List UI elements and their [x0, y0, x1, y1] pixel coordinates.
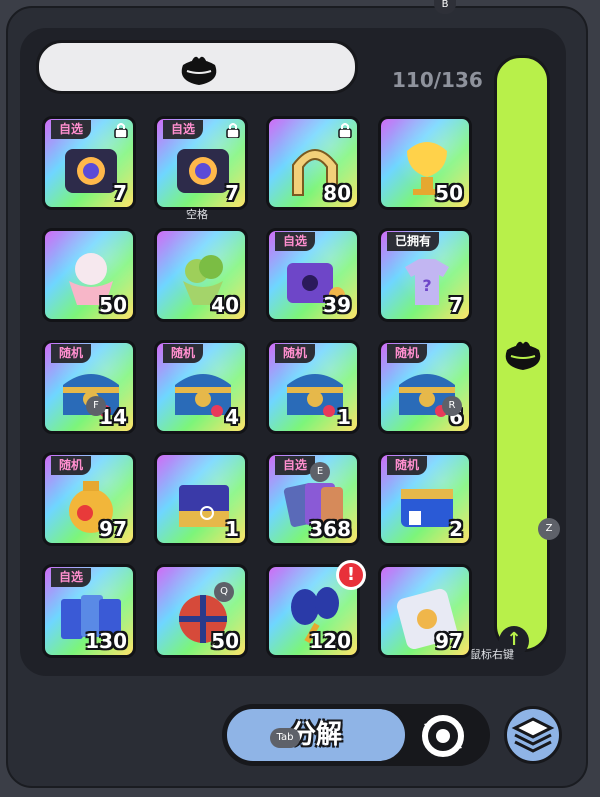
item-quantity: 120	[309, 629, 351, 653]
hotkey-badge: F	[86, 396, 106, 416]
inventory-slot[interactable]: 50	[42, 228, 136, 322]
item-tag: 随机	[51, 456, 92, 475]
item-tag: 随机	[51, 344, 92, 363]
item-quantity: 50	[99, 293, 127, 317]
space-hint: 空格	[186, 208, 208, 221]
inventory-slot[interactable]: 随机 6	[378, 340, 472, 434]
bag-icon	[181, 56, 217, 85]
item-quantity: 7	[449, 293, 463, 317]
layers-button[interactable]	[504, 706, 562, 764]
inventory-slot[interactable]: 随机 14	[42, 340, 136, 434]
side-category-panel[interactable]: ↑	[494, 55, 550, 656]
item-quantity: 130	[85, 629, 127, 653]
refresh-gear-icon[interactable]	[412, 710, 474, 762]
inventory-slot[interactable]: 自选 7	[154, 116, 248, 210]
svg-text:?: ?	[422, 276, 431, 295]
right-click-hint: 鼠标右键	[470, 648, 514, 661]
item-quantity: 2	[449, 517, 463, 541]
item-tag: 自选	[51, 120, 92, 139]
inventory-slot[interactable]: 随机 1	[266, 340, 360, 434]
item-tag: 已拥有	[387, 232, 440, 251]
item-quantity: 40	[211, 293, 239, 317]
item-quantity: 1	[225, 517, 239, 541]
inventory-slot[interactable]: 97	[378, 564, 472, 658]
hotkey-badge: R	[442, 396, 462, 416]
item-quantity: 39	[323, 293, 351, 317]
item-tag: 随机	[275, 344, 316, 363]
inventory-slot[interactable]: 自选 39	[266, 228, 360, 322]
inventory-slot[interactable]: 随机 4	[154, 340, 248, 434]
inventory-slot[interactable]: 50	[378, 116, 472, 210]
item-quantity: 50	[435, 181, 463, 205]
tab-hotkey-badge: Tab	[270, 728, 300, 748]
item-quantity: 7	[225, 181, 239, 205]
z-hotkey-badge: Z	[538, 518, 560, 540]
inventory-slot[interactable]: ? 已拥有 7	[378, 228, 472, 322]
inventory-slot[interactable]: 随机 97	[42, 452, 136, 546]
inventory-slot[interactable]: 50	[154, 564, 248, 658]
item-quantity: 368	[309, 517, 351, 541]
item-quantity: 1	[337, 405, 351, 429]
hotkey-badge: E	[310, 462, 330, 482]
inventory-slot[interactable]: 自选 130	[42, 564, 136, 658]
lock-icon	[113, 122, 129, 139]
item-tag: 自选	[163, 120, 204, 139]
item-quantity: 4	[225, 405, 239, 429]
lock-icon	[337, 122, 353, 139]
item-quantity: 97	[99, 517, 127, 541]
inventory-slot[interactable]: 自选 7	[42, 116, 136, 210]
category-filter-bar[interactable]	[36, 40, 358, 94]
item-tag: 随机	[163, 344, 204, 363]
item-quantity: 80	[323, 181, 351, 205]
lock-icon	[225, 122, 241, 139]
inventory-slot[interactable]: 40	[154, 228, 248, 322]
layers-icon	[511, 717, 555, 753]
item-tag: 自选	[275, 232, 316, 251]
item-quantity: 7	[113, 181, 127, 205]
item-quantity: 97	[435, 629, 463, 653]
item-tag: 自选	[275, 456, 316, 475]
inventory-slot[interactable]: 随机 2	[378, 452, 472, 546]
alert-badge: !	[336, 560, 366, 590]
decompose-button[interactable]: 分解	[224, 706, 408, 764]
hotkey-badge: Q	[214, 582, 234, 602]
inventory-slot[interactable]: 1	[154, 452, 248, 546]
item-tag: 随机	[387, 344, 428, 363]
item-tag: 随机	[387, 456, 428, 475]
item-tag: 自选	[51, 568, 92, 587]
inventory-slot[interactable]: 80	[266, 116, 360, 210]
inventory-count: 110/136	[392, 68, 483, 92]
item-quantity: 50	[211, 629, 239, 653]
bag-icon	[505, 341, 541, 370]
